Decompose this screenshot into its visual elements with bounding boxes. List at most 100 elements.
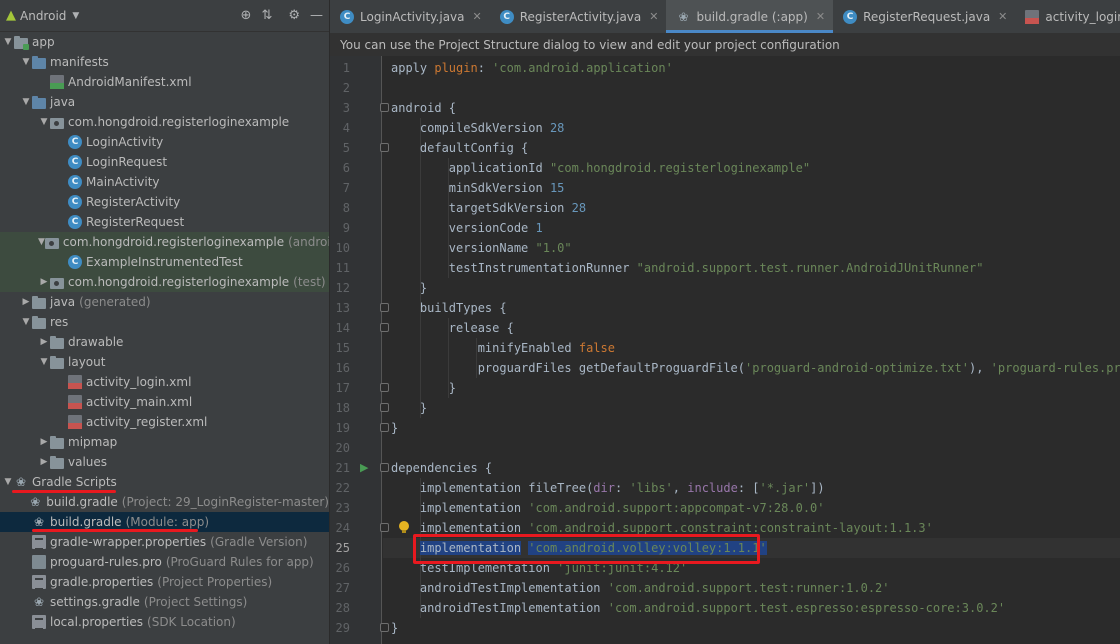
tree-item-res[interactable]: ▼ res (0, 312, 329, 332)
fold-marker-icon[interactable] (380, 103, 389, 112)
close-tab-icon[interactable]: ✕ (998, 10, 1007, 23)
code-line[interactable]: compileSdkVersion 28 (391, 118, 565, 138)
tree-item-layout[interactable]: ▼ layout (0, 352, 329, 372)
tree-item-exampleinstrumentedtest[interactable]: C ExampleInstrumentedTest (0, 252, 329, 272)
code-token: ]) (810, 481, 825, 495)
xml-file-icon (1025, 9, 1040, 24)
expand-arrow-icon[interactable]: ▼ (38, 112, 50, 132)
code-line[interactable]: targetSdkVersion 28 (391, 198, 586, 218)
tree-item-package-main[interactable]: ▼ com.hongdroid.registerloginexample (0, 112, 329, 132)
collapse-arrow-icon[interactable]: ▶ (38, 332, 50, 352)
tree-item-gradle-wrapper-properties[interactable]: gradle-wrapper.properties (Gradle Version… (0, 532, 329, 552)
code-line[interactable]: implementation fileTree(dir: 'libs', inc… (391, 478, 825, 498)
fold-marker-icon[interactable] (380, 323, 389, 332)
tree-item-loginactivity[interactable]: C LoginActivity (0, 132, 329, 152)
tree-item-java[interactable]: ▼ java (0, 92, 329, 112)
code-line[interactable]: android { (391, 98, 456, 118)
code-line[interactable]: buildTypes { (391, 298, 507, 318)
expand-arrow-icon[interactable]: ▼ (20, 52, 32, 72)
expand-arrow-icon[interactable]: ▼ (38, 232, 45, 252)
code-line[interactable]: androidTestImplementation 'com.android.s… (391, 598, 1005, 618)
hide-panel-icon[interactable]: — (310, 8, 323, 23)
code-line[interactable]: } (391, 278, 427, 298)
close-tab-icon[interactable]: ✕ (649, 10, 658, 23)
tree-item-local-properties[interactable]: local.properties (SDK Location) (0, 612, 329, 632)
code-line[interactable]: minSdkVersion 15 (391, 178, 565, 198)
expand-arrow-icon[interactable]: ▼ (2, 32, 14, 52)
tree-item-values[interactable]: ▶ values (0, 452, 329, 472)
code-line[interactable]: release { (391, 318, 514, 338)
chevron-down-icon[interactable]: ▼ (72, 11, 79, 21)
tree-item-settings-gradle[interactable]: ❀ settings.gradle (Project Settings) (0, 592, 329, 612)
collapse-arrow-icon[interactable]: ▶ (38, 272, 50, 292)
tree-item-hint: (ProGuard Rules for app) (165, 555, 314, 569)
fold-marker-icon[interactable] (380, 463, 389, 472)
tree-item-activity-login-xml[interactable]: activity_login.xml (0, 372, 329, 392)
expand-arrow-icon[interactable]: ▼ (38, 352, 50, 372)
editor-tab[interactable]: ❀ build.gradle (:app) ✕ (666, 0, 834, 33)
tree-item-activity-register-xml[interactable]: activity_register.xml (0, 412, 329, 432)
tree-item-package-androidtest[interactable]: ▼ com.hongdroid.registerloginexample (andr… (0, 232, 329, 252)
collapse-arrow-icon[interactable]: ▶ (38, 432, 50, 452)
tree-item-androidmanifest[interactable]: AndroidManifest.xml (0, 72, 329, 92)
tree-item-mipmap[interactable]: ▶ mipmap (0, 432, 329, 452)
code-line[interactable]: } (391, 418, 398, 438)
tree-item-app[interactable]: ▼ app (0, 32, 329, 52)
gear-icon[interactable]: ⚙ (288, 8, 300, 23)
expand-arrow-icon[interactable]: ▼ (20, 92, 32, 112)
code-line[interactable]: implementation 'com.android.support:appc… (391, 498, 825, 518)
fold-marker-icon[interactable] (380, 403, 389, 412)
tree-item-proguard-rules[interactable]: proguard-rules.pro (ProGuard Rules for ap… (0, 552, 329, 572)
code-line[interactable]: androidTestImplementation 'com.android.s… (391, 578, 890, 598)
collapse-arrow-icon[interactable]: ▶ (20, 292, 32, 312)
tree-item-java-generated[interactable]: ▶ java (generated) (0, 292, 329, 312)
tree-item-drawable[interactable]: ▶ drawable (0, 332, 329, 352)
fold-marker-icon[interactable] (380, 523, 389, 532)
expand-arrow-icon[interactable]: ▼ (20, 312, 32, 332)
editor-tab[interactable]: C RegisterActivity.java ✕ (490, 0, 667, 33)
code-line[interactable]: } (391, 618, 398, 638)
code-line[interactable]: minifyEnabled false (391, 338, 615, 358)
code-line[interactable]: applicationId "com.hongdroid.registerlog… (391, 158, 810, 178)
line-number: 10 (335, 241, 350, 255)
code-line[interactable]: } (391, 378, 456, 398)
code-line[interactable]: testInstrumentationRunner "android.suppo… (391, 258, 984, 278)
tree-item-manifests[interactable]: ▼ manifests (0, 52, 329, 72)
code-editor[interactable]: 1 2 3 4 5 6 7 8 9 10 11 12 13 14 15 16 17 18 19 20 21 22 23 24 2… (330, 56, 1120, 644)
fold-marker-icon[interactable] (380, 143, 389, 152)
close-tab-icon[interactable]: ✕ (473, 10, 482, 23)
collapse-arrow-icon[interactable]: ▶ (38, 452, 50, 472)
tree-item-gradle-scripts[interactable]: ▼ ❀ Gradle Scripts (0, 472, 329, 492)
lightbulb-icon[interactable] (399, 521, 409, 533)
code-line[interactable]: proguardFiles getDefaultProguardFile('pr… (391, 358, 1120, 378)
tree-item-gradle-properties[interactable]: gradle.properties (Project Properties) (0, 572, 329, 592)
run-gutter-icon[interactable]: ▶ (360, 458, 368, 478)
code-line[interactable]: } (391, 398, 427, 418)
project-view-selector[interactable]: Android (20, 9, 66, 23)
close-tab-icon[interactable]: ✕ (816, 10, 825, 23)
tree-item-mainactivity[interactable]: C MainActivity (0, 172, 329, 192)
tree-item-registeractivity[interactable]: C RegisterActivity (0, 192, 329, 212)
code-line[interactable]: defaultConfig { (391, 138, 528, 158)
fold-marker-icon[interactable] (380, 383, 389, 392)
editor-tab[interactable]: C LoginActivity.java ✕ (330, 0, 490, 33)
code-token: : [ (737, 481, 760, 495)
code-line[interactable]: apply plugin: 'com.android.application' (391, 58, 673, 78)
editor-tab[interactable]: activity_login.xml✕ (1015, 0, 1120, 33)
expand-arrow-icon[interactable]: ▼ (2, 472, 14, 492)
code-line[interactable]: versionName "1.0" (391, 238, 572, 258)
class-icon: C (68, 155, 82, 169)
tree-item-package-test[interactable]: ▶ com.hongdroid.registerloginexample (test… (0, 272, 329, 292)
tree-item-build-gradle-project[interactable]: ❀ build.gradle (Project: 29_LoginRegister-… (0, 492, 329, 512)
locate-icon[interactable]: ⊕ (241, 8, 252, 23)
fold-marker-icon[interactable] (380, 623, 389, 632)
fold-marker-icon[interactable] (380, 423, 389, 432)
tree-item-loginrequest[interactable]: C LoginRequest (0, 152, 329, 172)
collapse-all-icon[interactable]: ⇅ (261, 8, 272, 23)
editor-tab[interactable]: C RegisterRequest.java ✕ (833, 0, 1015, 33)
code-line[interactable]: versionCode 1 (391, 218, 543, 238)
code-line[interactable]: dependencies { (391, 458, 492, 478)
fold-marker-icon[interactable] (380, 303, 389, 312)
tree-item-activity-main-xml[interactable]: activity_main.xml (0, 392, 329, 412)
tree-item-registerrequest[interactable]: C RegisterRequest (0, 212, 329, 232)
